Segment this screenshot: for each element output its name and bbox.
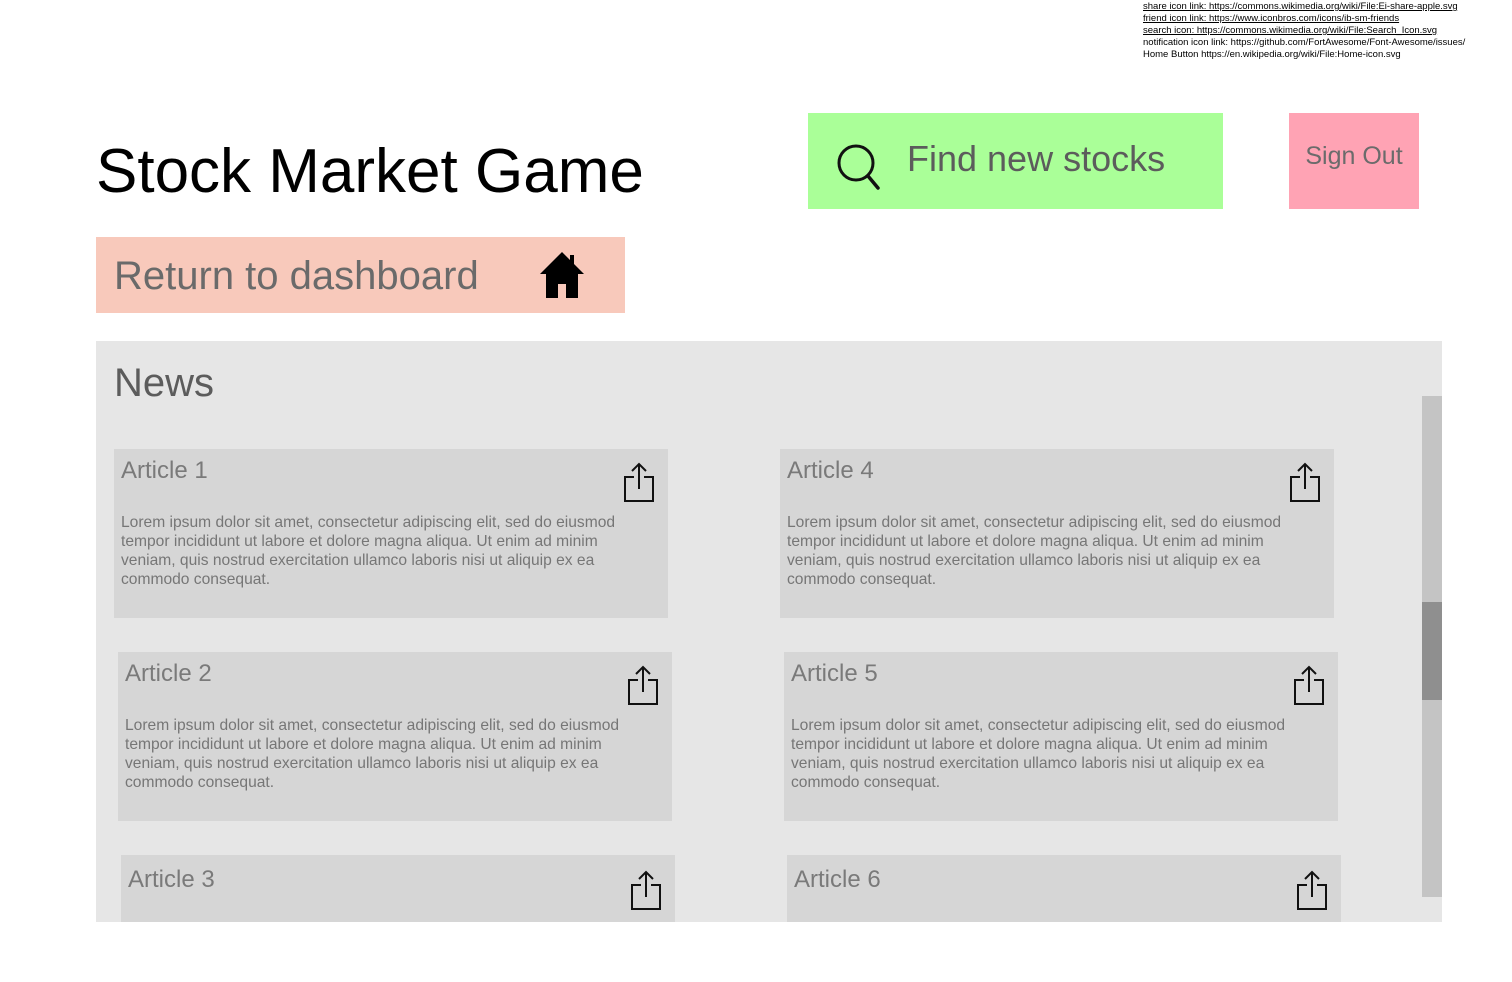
article-card[interactable]: Article 3: [121, 855, 675, 922]
credit-line: share icon link: https://commons.wikimed…: [1143, 1, 1458, 12]
article-card[interactable]: Article 6: [787, 855, 1341, 922]
article-body: Lorem ipsum dolor sit amet, consectetur …: [121, 514, 616, 588]
return-to-dashboard-label: Return to dashboard: [114, 254, 479, 298]
article-title: Article 4: [787, 457, 874, 484]
news-scrollbar[interactable]: [1422, 396, 1442, 897]
search-icon: [836, 143, 888, 195]
article-card[interactable]: Article 4 Lorem ipsum dolor sit amet, co…: [780, 449, 1334, 618]
find-stocks-label: Find new stocks: [907, 138, 1166, 179]
sign-out-label: Sign Out: [1305, 142, 1403, 170]
article-card[interactable]: Article 1 Lorem ipsum dolor sit amet, co…: [114, 449, 668, 618]
share-icon[interactable]: [1291, 664, 1327, 708]
share-icon[interactable]: [1294, 869, 1330, 913]
page-title: Stock Market Game: [96, 137, 644, 206]
scrollbar-thumb[interactable]: [1422, 602, 1442, 700]
credit-line: Home Button https://en.wikipedia.org/wik…: [1143, 49, 1401, 60]
article-title: Article 2: [125, 660, 212, 687]
article-body: Lorem ipsum dolor sit amet, consectetur …: [125, 717, 620, 791]
news-panel: News Article 1 Lorem ipsum dolor sit ame…: [96, 341, 1442, 922]
article-title: Article 3: [128, 866, 215, 893]
article-card[interactable]: Article 2 Lorem ipsum dolor sit amet, co…: [118, 652, 672, 821]
article-title: Article 1: [121, 457, 208, 484]
share-icon[interactable]: [1287, 461, 1323, 505]
return-to-dashboard-button[interactable]: Return to dashboard: [96, 237, 625, 313]
credit-line: search icon: https://commons.wikimedia.o…: [1143, 25, 1438, 36]
share-icon[interactable]: [621, 461, 657, 505]
credit-line: notification icon link: https://github.c…: [1143, 37, 1466, 48]
share-icon[interactable]: [625, 664, 661, 708]
article-body: Lorem ipsum dolor sit amet, consectetur …: [791, 717, 1286, 791]
article-body: Lorem ipsum dolor sit amet, consectetur …: [787, 514, 1282, 588]
news-heading: News: [114, 361, 215, 405]
article-title: Article 5: [791, 660, 878, 687]
article-title: Article 6: [794, 866, 881, 893]
credit-line: friend icon link: https://www.iconbros.c…: [1143, 13, 1400, 24]
home-icon: [536, 249, 588, 301]
sign-out-button[interactable]: Sign Out: [1289, 113, 1419, 209]
find-stocks-button[interactable]: Find new stocks: [808, 113, 1223, 209]
article-card[interactable]: Article 5 Lorem ipsum dolor sit amet, co…: [784, 652, 1338, 821]
icon-credits: share icon link: https://commons.wikimed…: [1143, 1, 1512, 61]
share-icon[interactable]: [628, 869, 664, 913]
